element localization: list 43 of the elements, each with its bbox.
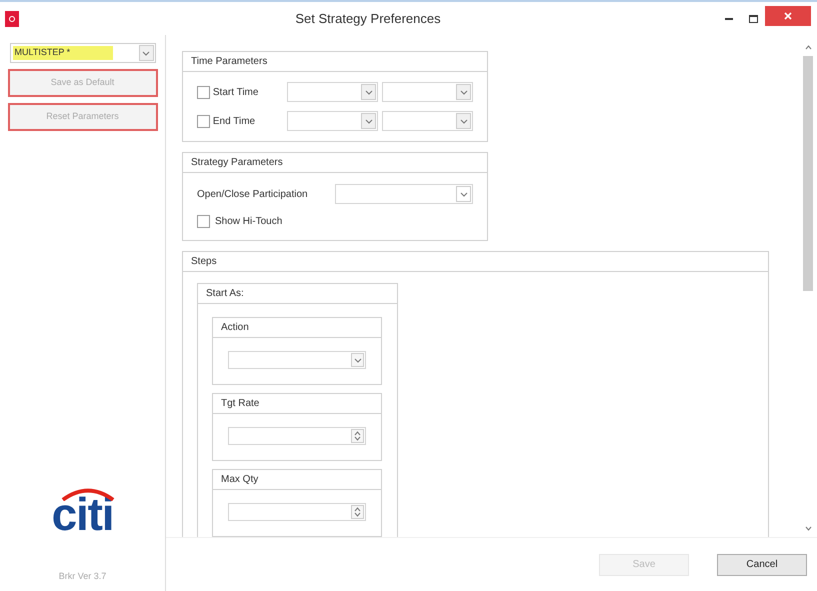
group-title: Time Parameters — [191, 55, 268, 69]
spinner-arrows-icon — [354, 431, 361, 441]
dropdown-field[interactable] — [335, 184, 473, 204]
dropdown-field[interactable] — [382, 82, 473, 102]
group-title: Steps — [191, 255, 217, 269]
chevron-down-icon — [460, 118, 468, 124]
dropdown-field[interactable] — [228, 351, 366, 369]
checkbox[interactable] — [197, 86, 210, 98]
close-button[interactable] — [765, 6, 811, 26]
scrollbar-thumb[interactable] — [803, 56, 813, 291]
chevron-down-icon — [460, 90, 468, 94]
group-title: Tgt Rate — [221, 397, 260, 411]
chevron-down-icon — [364, 90, 373, 94]
group-title: Strategy Parameters — [191, 156, 283, 170]
checkbox-label: Start Time — [212, 86, 260, 100]
spinner-field[interactable] — [228, 427, 366, 445]
scroll-up-icon — [804, 45, 812, 50]
close-icon — [784, 12, 792, 20]
spinner-arrows-icon — [354, 507, 361, 517]
chevron-down-icon — [460, 192, 468, 196]
chevron-down-icon — [142, 50, 150, 56]
checkbox[interactable] — [197, 114, 210, 128]
field-label: Open/Close Participation — [197, 188, 309, 202]
strategy-dropdown[interactable]: MULTISTEP * — [10, 43, 156, 63]
group-title: Max Qty — [221, 473, 258, 487]
app-icon — [5, 10, 19, 26]
dropdown-field[interactable] — [287, 111, 378, 131]
citi-logo: citi — [50, 486, 115, 542]
dropdown-field[interactable] — [382, 111, 473, 131]
group-title: Action — [221, 321, 249, 335]
group-title: Start As: — [206, 287, 244, 301]
version-label: Brkr Ver 3.7 — [58, 570, 106, 582]
dropdown-field[interactable] — [287, 82, 378, 102]
footer-button[interactable]: Cancel — [717, 554, 807, 576]
spinner-field[interactable] — [228, 503, 366, 521]
checkbox-label: End Time — [212, 114, 256, 128]
checkbox-label: Show Hi-Touch — [215, 215, 282, 229]
checkbox[interactable] — [197, 215, 210, 228]
chevron-down-icon — [364, 118, 373, 124]
strategy-value: MULTISTEP * — [12, 46, 112, 60]
scroll-down-icon — [804, 526, 812, 531]
chevron-down-icon — [354, 358, 362, 362]
window-title: Set Strategy Preferences — [294, 10, 442, 28]
